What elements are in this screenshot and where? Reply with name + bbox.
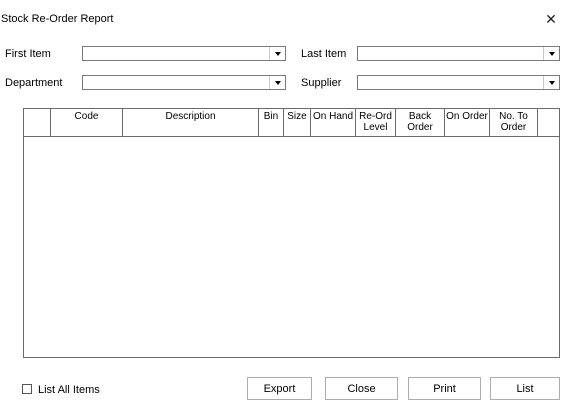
grid-header-filler: [538, 109, 559, 136]
list-all-items-label: List All Items: [38, 384, 100, 396]
column-header-size[interactable]: Size: [284, 109, 311, 136]
list-button[interactable]: List: [490, 377, 560, 400]
last-item-combo[interactable]: [357, 46, 560, 61]
chevron-down-icon[interactable]: [543, 47, 559, 60]
close-button[interactable]: Close: [325, 377, 398, 400]
grid-header-selector: [24, 109, 51, 136]
window-title: Stock Re-Order Report: [1, 13, 114, 25]
export-button[interactable]: Export: [247, 377, 312, 400]
chevron-down-icon[interactable]: [269, 47, 285, 60]
column-header-no-to-order[interactable]: No. To Order: [490, 109, 538, 136]
reorder-grid[interactable]: Code Description Bin Size On Hand Re-Ord…: [23, 108, 560, 358]
column-header-on-hand[interactable]: On Hand: [311, 109, 356, 136]
grid-header: Code Description Bin Size On Hand Re-Ord…: [24, 109, 559, 137]
chevron-down-icon[interactable]: [269, 76, 285, 89]
column-header-bin[interactable]: Bin: [259, 109, 284, 136]
list-all-items-checkbox[interactable]: [22, 384, 32, 394]
supplier-combo[interactable]: [357, 75, 560, 90]
last-item-label: Last Item: [301, 48, 347, 60]
close-icon[interactable]: ✕: [540, 10, 562, 28]
column-header-on-order[interactable]: On Order: [445, 109, 490, 136]
column-header-back-order[interactable]: Back Order: [396, 109, 445, 136]
department-combo[interactable]: [82, 75, 286, 90]
column-header-description[interactable]: Description: [123, 109, 259, 136]
first-item-combo[interactable]: [82, 46, 286, 61]
column-header-reorder-level[interactable]: Re-Ord Level: [356, 109, 396, 136]
supplier-label: Supplier: [301, 77, 342, 89]
department-label: Department: [5, 77, 63, 89]
column-header-code[interactable]: Code: [51, 109, 123, 136]
first-item-label: First Item: [5, 48, 51, 60]
print-button[interactable]: Print: [408, 377, 481, 400]
title-bar: Stock Re-Order Report ✕: [0, 0, 562, 30]
chevron-down-icon[interactable]: [543, 76, 559, 89]
